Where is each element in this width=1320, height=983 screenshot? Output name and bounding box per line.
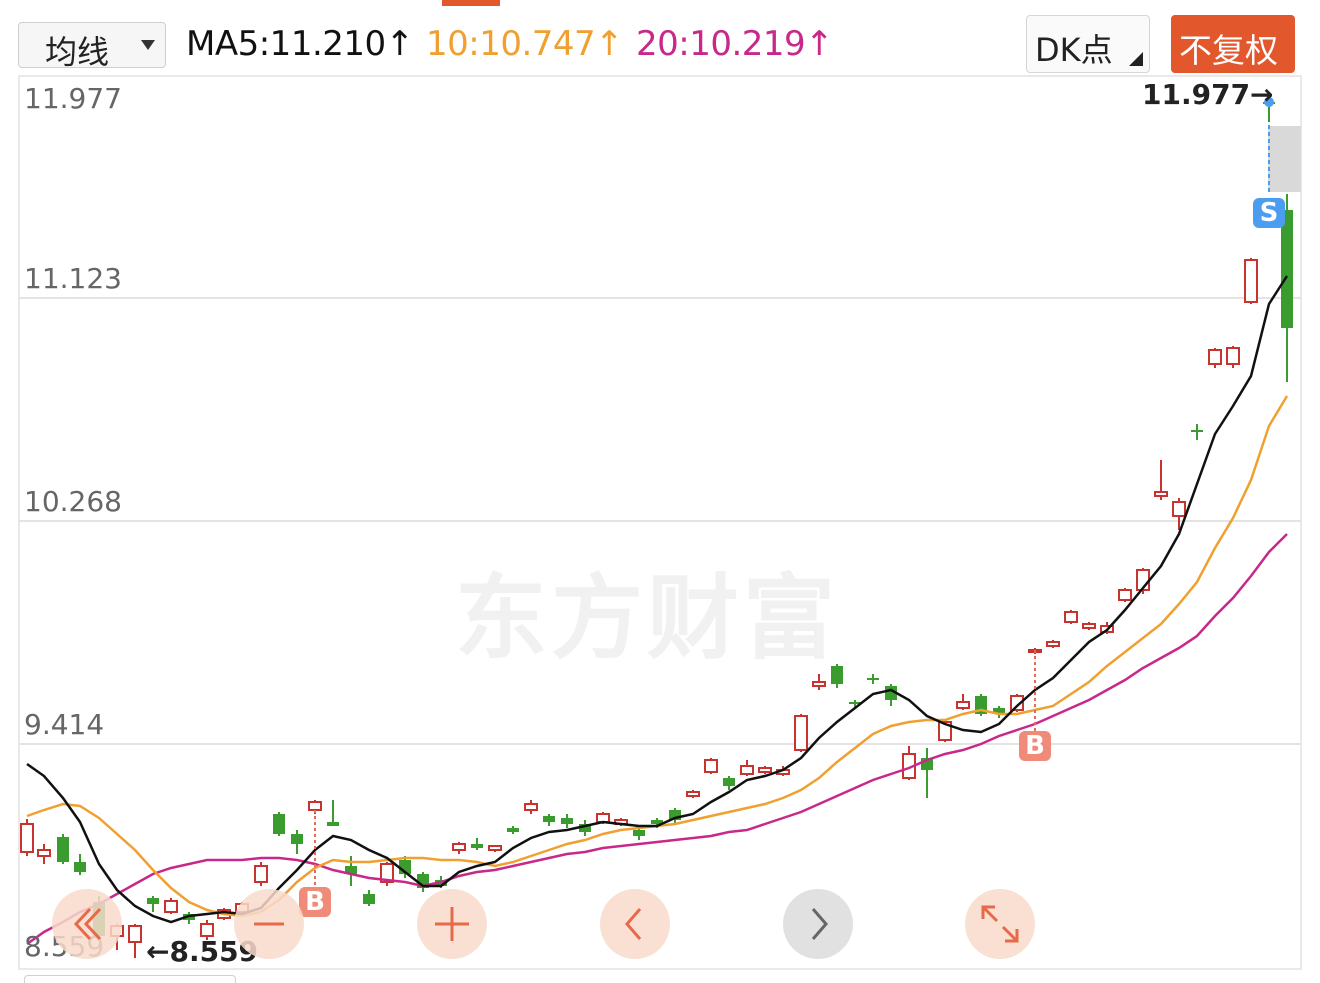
y-axis-label: 9.414: [24, 708, 105, 741]
candle-body: [758, 767, 772, 773]
ma20-value: 20:10.219↑: [636, 24, 834, 64]
sell-signal-badge[interactable]: S: [1253, 198, 1285, 228]
candle-body: [1118, 589, 1132, 601]
max-price-label: 11.977→: [1142, 78, 1274, 111]
candle-body: [812, 681, 826, 687]
dk-point-button[interactable]: DK点: [1026, 15, 1150, 73]
candle-body: [1191, 430, 1203, 432]
top-tab-indicator: [442, 0, 500, 6]
watermark-text: 东方财富: [455, 565, 840, 672]
chevron-right-icon: [811, 908, 828, 940]
no-adjust-button[interactable]: 不复权: [1171, 15, 1295, 73]
expand-icon: [981, 905, 1019, 943]
candlesticks: [20, 98, 1293, 958]
candle-body: [452, 843, 466, 851]
y-axis-label: 11.977: [24, 82, 122, 115]
candle-body: [867, 678, 879, 680]
candle-body: [147, 898, 159, 904]
buy-signal-badge[interactable]: B: [1019, 731, 1051, 761]
selection-highlight: [1268, 126, 1301, 192]
candle-body: [956, 701, 970, 709]
candle-body: [254, 865, 268, 883]
indicator-select-label: 均线: [45, 33, 110, 71]
candle-body: [273, 814, 285, 834]
candle-body: [1226, 347, 1240, 365]
scroll-left-button[interactable]: [600, 889, 670, 959]
plus-icon: [435, 907, 469, 941]
candle-body: [1208, 349, 1222, 365]
candle-body: [1154, 491, 1168, 497]
candle-body: [1064, 611, 1078, 623]
corner-triangle-icon: [1129, 52, 1143, 66]
indicator-toolbar: 均线 MA5:11.210↑ 10:10.747↑ 20:10.219↑ DK点…: [0, 14, 1320, 76]
ma5-value: MA5:11.210↑: [186, 24, 414, 64]
candle-body: [471, 844, 483, 848]
candle-body: [1172, 501, 1186, 517]
candle-body: [524, 803, 538, 811]
candle-body: [1082, 623, 1096, 629]
indicator-select[interactable]: 均线: [18, 22, 166, 71]
candle-body: [740, 765, 754, 775]
zoom-out-button[interactable]: [234, 889, 304, 959]
candle-body: [20, 823, 34, 853]
candle-body: [74, 862, 86, 872]
rewind-icon: [73, 907, 102, 941]
dk-point-label: DK点: [1035, 31, 1113, 69]
no-adjust-label: 不复权: [1179, 31, 1278, 70]
candle-body: [488, 845, 502, 851]
candle-body: [128, 925, 142, 943]
kline-canvas: [18, 75, 1302, 970]
candle-body: [1046, 641, 1060, 647]
candle-body: [686, 791, 700, 797]
candle-body: [561, 818, 573, 824]
candle-body: [543, 816, 555, 822]
candle-body: [164, 900, 178, 913]
kline-chart[interactable]: 东方财富 11.977 11.123 10.268 9.414 8.559 11…: [0, 74, 1320, 982]
candle-body: [308, 801, 322, 811]
fullscreen-button[interactable]: [965, 889, 1035, 959]
candle-body: [723, 778, 735, 786]
candle-body: [633, 830, 645, 836]
zoom-in-button[interactable]: [417, 889, 487, 959]
chevron-left-icon: [625, 908, 642, 940]
candle-body: [704, 759, 718, 773]
candle-body: [327, 822, 339, 826]
ma10-value: 10:10.747↑: [426, 24, 624, 64]
candle-body: [291, 834, 303, 844]
y-axis-label: 11.123: [24, 262, 122, 295]
candle-body: [37, 849, 51, 857]
scroll-right-button[interactable]: [783, 889, 853, 959]
candle-body: [507, 828, 519, 832]
chevron-down-icon: [141, 40, 155, 50]
y-axis-label: 10.268: [24, 485, 122, 518]
candle-body: [363, 894, 375, 904]
candle-body: [1281, 210, 1293, 328]
chart-frame: [18, 75, 1302, 970]
candle-body: [57, 837, 69, 862]
candle-body: [794, 715, 808, 751]
candle-body: [1244, 259, 1258, 303]
minus-icon: [254, 922, 284, 926]
rewind-button[interactable]: [52, 889, 122, 959]
